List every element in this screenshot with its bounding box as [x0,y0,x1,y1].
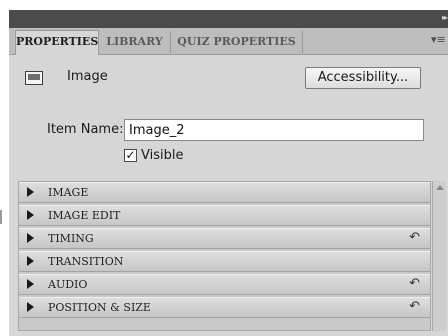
item-name-label: Item Name: [47,122,124,137]
tab-properties[interactable]: PROPERTIES [15,30,99,55]
property-sections: IMAGE IMAGE EDIT TIMING ↶ TRANSITION AUD… [18,181,431,331]
properties-panel: ▸▸ PROPERTIES LIBRARY QUIZ PROPERTIES ▾≡… [9,10,448,336]
item-name-input[interactable] [124,119,424,141]
accessibility-button[interactable]: Accessibility... [305,67,421,89]
section-transition[interactable]: TRANSITION [19,251,430,272]
expand-arrow-icon [27,187,34,197]
tab-library[interactable]: LIBRARY [99,31,171,53]
scroll-up-icon[interactable] [436,185,444,190]
reset-icon[interactable]: ↶ [409,299,420,315]
panel-resize-grip[interactable] [0,210,2,224]
reset-icon[interactable]: ↶ [409,276,420,292]
expand-arrow-icon [27,279,34,289]
visible-label[interactable]: Visible [141,148,183,163]
panel-titlebar: ▸▸ [9,10,448,28]
section-image[interactable]: IMAGE [19,182,430,203]
section-position-size[interactable]: POSITION & SIZE ↶ [19,297,430,318]
section-label: POSITION & SIZE [48,301,151,314]
expand-arrow-icon [27,256,34,266]
object-type-row: Image Accessibility... [9,67,448,93]
vertical-scrollbar[interactable] [432,181,446,331]
tab-quiz-properties[interactable]: QUIZ PROPERTIES [171,31,303,53]
visible-checkbox[interactable]: ✓ [124,149,137,162]
expand-arrow-icon [27,302,34,312]
section-label: TIMING [48,232,94,245]
expand-arrow-icon [27,210,34,220]
section-image-edit[interactable]: IMAGE EDIT [19,205,430,226]
panel-menu-icon[interactable]: ▾≡ [431,33,446,47]
section-label: IMAGE [48,186,89,199]
section-label: IMAGE EDIT [48,209,121,222]
reset-icon[interactable]: ↶ [409,230,420,246]
expand-arrow-icon [27,233,34,243]
image-icon [25,71,43,85]
section-label: TRANSITION [48,255,124,268]
section-audio[interactable]: AUDIO ↶ [19,274,430,295]
object-type-label: Image [67,69,108,84]
section-label: AUDIO [48,278,88,291]
collapse-panel-icon[interactable]: ▸▸ [442,11,448,25]
tab-bar: PROPERTIES LIBRARY QUIZ PROPERTIES ▾≡ [9,28,448,55]
section-timing[interactable]: TIMING ↶ [19,228,430,249]
